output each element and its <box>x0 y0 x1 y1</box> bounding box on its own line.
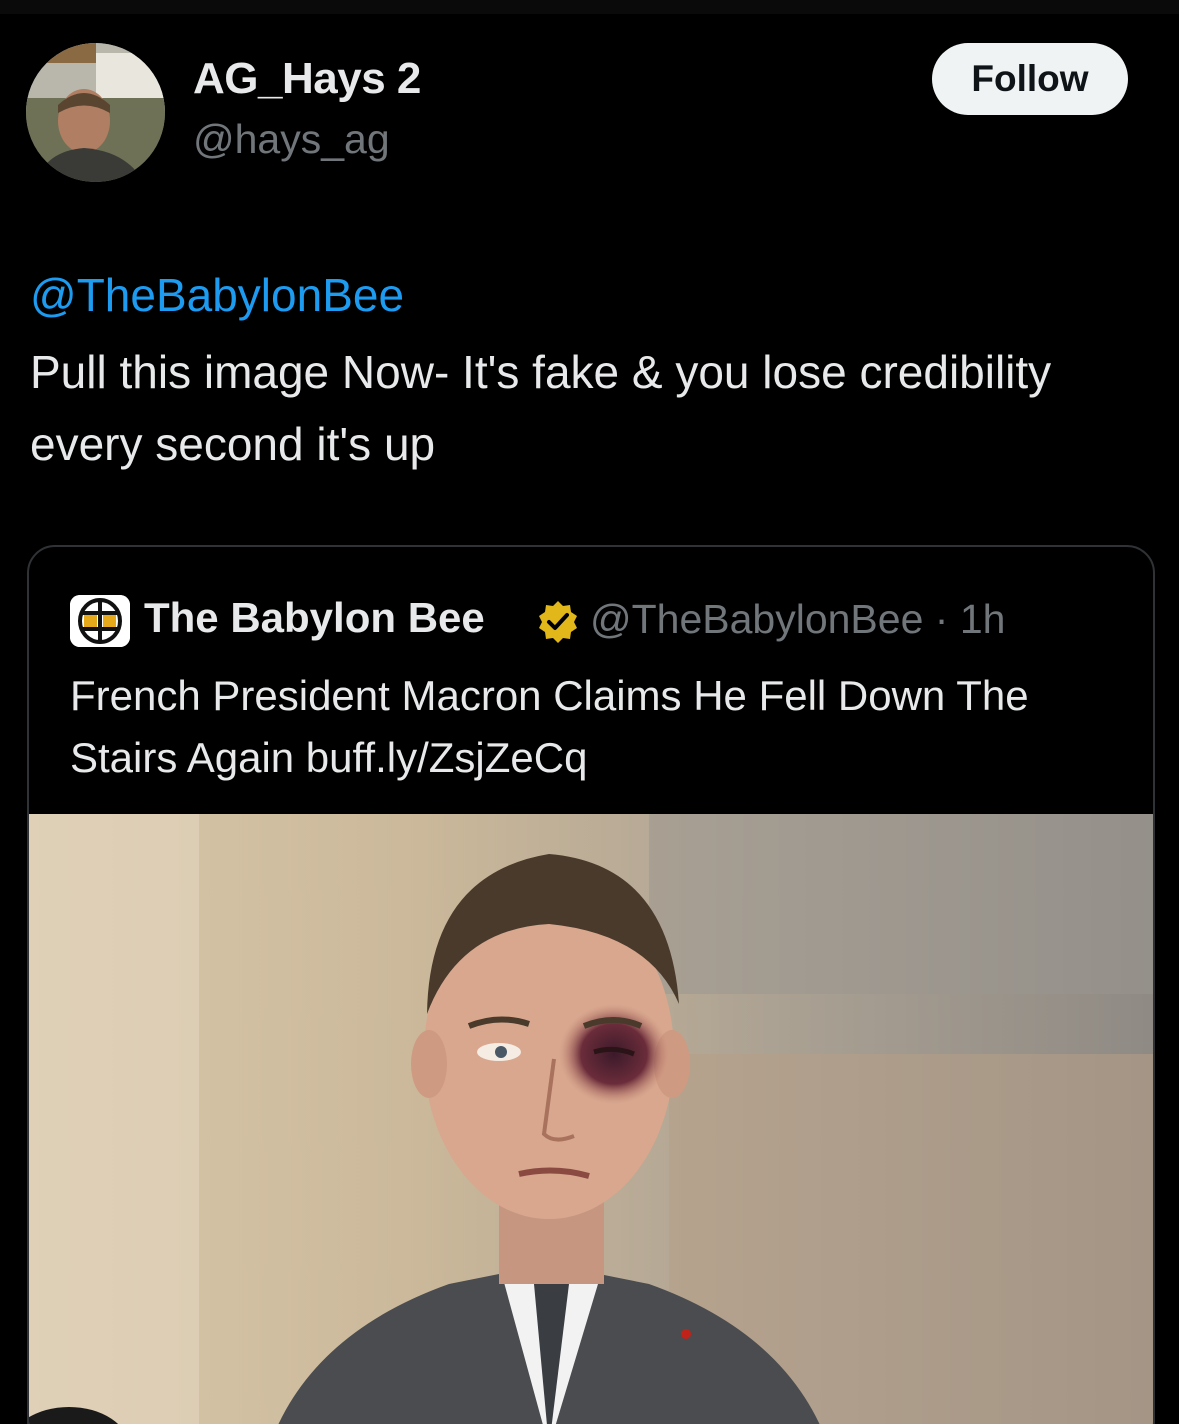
author-avatar[interactable] <box>26 43 165 182</box>
quoted-post-text: French President Macron Claims He Fell D… <box>70 672 1029 781</box>
status-strip <box>0 0 1179 14</box>
quoted-post-card[interactable]: The Babylon Bee @TheBabylonBee · 1h Fren… <box>27 545 1155 1424</box>
author-display-name[interactable]: AG_Hays 2 <box>193 54 421 104</box>
tweet-screen: AG_Hays 2 @hays_ag Follow @TheBabylonBee… <box>0 0 1179 1424</box>
author-handle[interactable]: @hays_ag <box>193 116 390 163</box>
quoted-author-handle-time[interactable]: @TheBabylonBee · 1h <box>590 596 1005 643</box>
verified-badge-icon <box>539 601 577 643</box>
quoted-author-name[interactable]: The Babylon Bee <box>144 594 485 642</box>
photo-macron <box>29 814 1153 1424</box>
mention-link[interactable]: @TheBabylonBee <box>30 268 404 322</box>
follow-button[interactable]: Follow <box>932 43 1128 115</box>
avatar-photo <box>26 43 165 182</box>
babylon-bee-logo-icon <box>70 595 130 647</box>
post-text: Pull this image Now- It's fake & you los… <box>30 346 1052 470</box>
quoted-post-image[interactable] <box>29 814 1153 1424</box>
